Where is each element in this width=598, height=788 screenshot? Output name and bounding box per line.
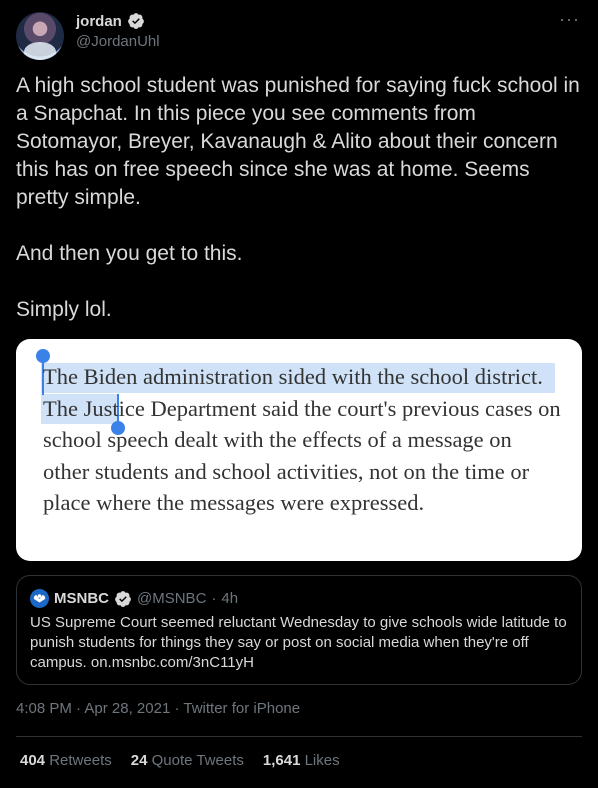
tweet-paragraph: A high school student was punished for s… xyxy=(16,74,580,209)
quote-tweets-label: Quote Tweets xyxy=(151,752,244,769)
likes-label: Likes xyxy=(304,752,340,769)
quoted-author-handle: @MSNBC xyxy=(137,590,207,607)
tweet-source[interactable]: Twitter for iPhone xyxy=(183,700,300,717)
article-excerpt: The Biden administration sided with the … xyxy=(43,361,563,519)
article-text: The Justice Department said the court's … xyxy=(43,395,561,515)
author-name-row[interactable]: jordan xyxy=(76,12,145,30)
quoted-author-name: MSNBC xyxy=(54,590,109,607)
meta-separator: · xyxy=(76,700,82,717)
tweet-text: A high school student was punished for s… xyxy=(16,72,582,324)
quoted-separator: · xyxy=(211,590,217,607)
quoted-timestamp: 4h xyxy=(221,590,239,607)
meta-separator: · xyxy=(174,700,180,717)
attached-image[interactable]: The Biden administration sided with the … xyxy=(16,339,582,561)
quoted-tweet-text: US Supreme Court seemed reluctant Wednes… xyxy=(30,614,567,671)
tweet-paragraph: And then you get to this. xyxy=(16,242,243,265)
tweet-metadata: 4:08 PM · Apr 28, 2021 · Twitter for iPh… xyxy=(16,700,300,717)
likes-count: 1,641 xyxy=(262,752,301,769)
author-handle[interactable]: @JordanUhl xyxy=(76,33,160,50)
retweets-stat[interactable]: 404 Retweets xyxy=(20,752,112,769)
tweet-stats: 404 Retweets 24 Quote Tweets 1,641 Likes xyxy=(20,752,340,769)
avatar[interactable] xyxy=(16,12,64,60)
quoted-tweet-header: MSNBC @MSNBC · 4h xyxy=(30,589,238,608)
verified-badge-icon xyxy=(115,590,131,607)
quoted-tweet[interactable]: MSNBC @MSNBC · 4h US Supreme Court seeme… xyxy=(16,575,582,685)
quote-tweets-stat[interactable]: 24 Quote Tweets xyxy=(131,752,244,769)
tweet-header: jordan @JordanUhl ··· xyxy=(16,10,582,60)
quote-tweets-count: 24 xyxy=(130,752,148,769)
author-name[interactable]: jordan xyxy=(76,13,122,30)
more-options-icon[interactable]: ··· xyxy=(559,10,580,28)
divider xyxy=(16,736,582,737)
likes-stat[interactable]: 1,641 Likes xyxy=(263,752,340,769)
retweets-label: Retweets xyxy=(49,752,112,769)
highlighted-text: The Biden administration sided with the … xyxy=(43,364,543,389)
msnbc-logo-icon xyxy=(30,589,49,608)
tweet-time[interactable]: 4:08 PM xyxy=(16,700,72,717)
tweet-date[interactable]: Apr 28, 2021 xyxy=(84,700,170,717)
tweet-paragraph: Simply lol. xyxy=(16,298,112,321)
retweets-count: 404 xyxy=(20,752,46,769)
verified-badge-icon xyxy=(127,13,144,29)
